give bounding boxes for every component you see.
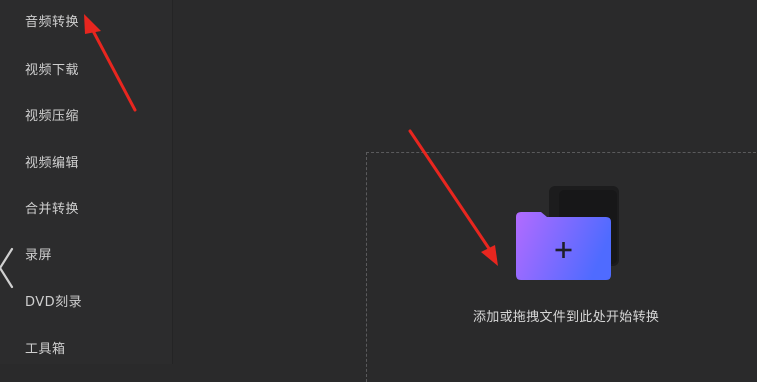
sidebar-item-audio-convert[interactable]: 音频转换 [25,11,79,30]
sidebar-item-toolbox[interactable]: 工具箱 [25,338,66,357]
sidebar-item-video-edit[interactable]: 视频编辑 [25,152,79,171]
add-file-icon[interactable] [515,186,620,281]
dropzone-hint: 添加或拖拽文件到此处开始转换 [473,310,660,325]
chevron-left-icon[interactable] [0,246,16,300]
sidebar-item-screen-record[interactable]: 录屏 [25,244,52,263]
sidebar: 音频转换 视频下载 视频压缩 视频编辑 合并转换 录屏 DVD刻录 工具箱 [0,0,173,364]
sidebar-item-video-download[interactable]: 视频下载 [25,59,79,78]
sidebar-item-video-compress[interactable]: 视频压缩 [25,105,79,124]
sidebar-item-dvd-burn[interactable]: DVD刻录 [25,291,82,310]
sidebar-item-merge-convert[interactable]: 合并转换 [25,198,79,217]
